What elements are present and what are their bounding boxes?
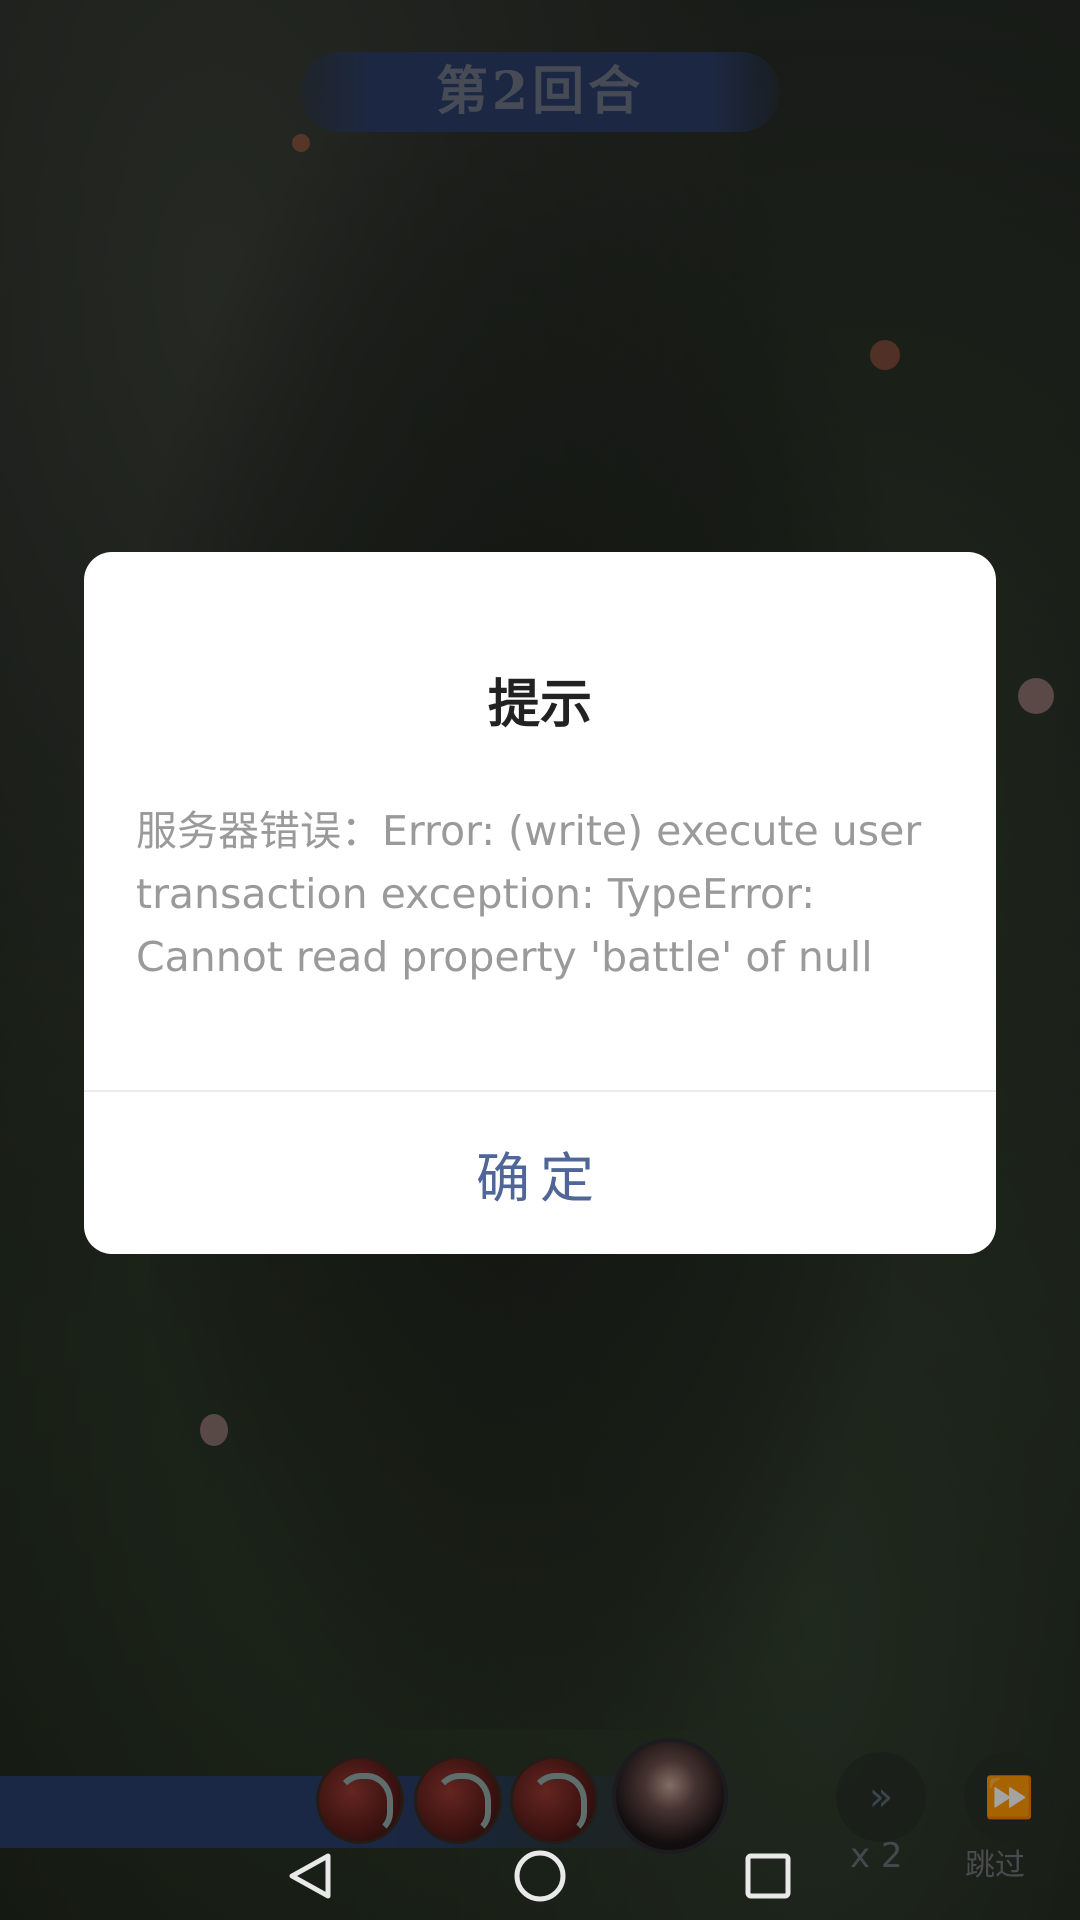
- system-nav-bar: [0, 1836, 1080, 1920]
- dialog-message: 服务器错误：Error: (write) execute user transa…: [136, 807, 922, 981]
- error-dialog: 提示 服务器错误：Error: (write) execute user tra…: [84, 552, 996, 1254]
- recents-icon[interactable]: [728, 1836, 808, 1916]
- confirm-button[interactable]: 确定: [84, 1092, 996, 1254]
- home-icon[interactable]: [500, 1836, 580, 1916]
- back-icon[interactable]: [270, 1836, 350, 1916]
- dialog-title: 提示: [487, 674, 592, 735]
